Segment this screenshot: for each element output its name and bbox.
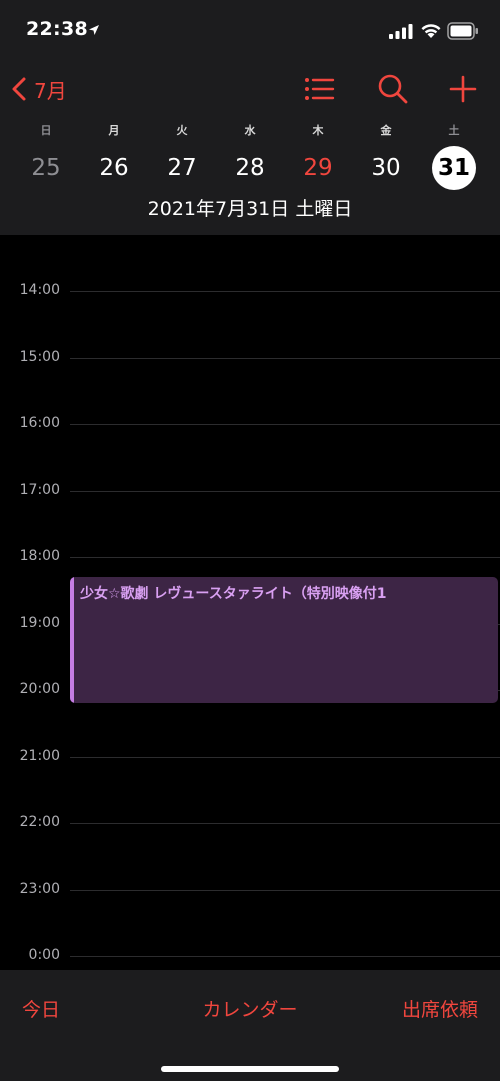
hour-label: 20:00 bbox=[19, 681, 60, 697]
hour-row: 14:00 bbox=[0, 282, 500, 311]
hour-row: 16:00 bbox=[0, 415, 500, 444]
back-label: 7月 bbox=[34, 78, 67, 103]
cellular-signal-icon bbox=[389, 24, 413, 39]
date-number: 30 bbox=[371, 155, 401, 181]
week-date-strip: 25 26 27 28 29 30 31 bbox=[12, 146, 488, 190]
hour-label: 18:00 bbox=[19, 548, 60, 564]
event-title: 少女☆歌劇 レヴュースタァライト（特別映像付1 bbox=[80, 585, 387, 602]
weekday-labels: 日 月 火 水 木 金 土 bbox=[12, 122, 488, 138]
hour-row: 21:00 bbox=[0, 748, 500, 777]
inbox-button[interactable]: 出席依頼 bbox=[402, 995, 478, 1022]
weekday-label: 水 bbox=[244, 124, 256, 137]
day-timeline[interactable]: 0:00 23:00 22:00 21:00 20:00 19:00 18:00 17:00 1… bbox=[0, 235, 500, 970]
status-time: 22:38 bbox=[26, 18, 88, 40]
status-bar: 22:38 bbox=[0, 0, 500, 62]
weekday-label: 月 bbox=[108, 124, 120, 137]
back-to-month-button[interactable]: 7月 bbox=[10, 74, 67, 104]
hour-label: 14:00 bbox=[19, 282, 60, 298]
hour-row: 0:00 bbox=[0, 947, 500, 970]
search-icon[interactable] bbox=[376, 72, 410, 106]
hour-gridline bbox=[70, 823, 500, 824]
calendars-button[interactable]: カレンダー bbox=[202, 999, 297, 1021]
hour-row: 15:00 bbox=[0, 349, 500, 378]
hour-gridline bbox=[70, 557, 500, 558]
weekday-label: 土 bbox=[448, 124, 460, 137]
selected-full-date: 2021年7月31日 土曜日 bbox=[147, 198, 353, 220]
date-number: 26 bbox=[99, 155, 129, 181]
weekday-label: 火 bbox=[176, 124, 188, 137]
date-cell[interactable]: 25 bbox=[12, 148, 80, 188]
hour-label: 0:00 bbox=[28, 947, 60, 963]
date-number: 29 bbox=[303, 155, 333, 181]
weekday-label: 金 bbox=[380, 124, 392, 137]
hour-row: 18:00 bbox=[0, 548, 500, 577]
plus-icon[interactable] bbox=[446, 72, 480, 106]
date-number: 31 bbox=[432, 146, 476, 190]
calendar-event[interactable]: 少女☆歌劇 レヴュースタァライト（特別映像付1 bbox=[70, 576, 498, 704]
event-color-bar bbox=[70, 576, 74, 704]
calendar-header: 7月 日 月 火 水 木 金 土 25 26 27 28 29 30 31 20… bbox=[0, 62, 500, 235]
list-icon[interactable] bbox=[302, 72, 336, 106]
date-cell[interactable]: 30 bbox=[352, 148, 420, 188]
hour-gridline bbox=[70, 490, 500, 492]
hour-label: 15:00 bbox=[19, 348, 60, 365]
date-cell[interactable]: 27 bbox=[148, 148, 216, 188]
date-cell-today[interactable]: 29 bbox=[284, 148, 352, 188]
date-number: 27 bbox=[167, 155, 197, 181]
hour-gridline bbox=[70, 956, 500, 957]
hour-label: 23:00 bbox=[19, 880, 60, 897]
hour-row: 22:00 bbox=[0, 814, 500, 843]
weekday-label: 日 bbox=[40, 124, 52, 137]
hour-label: 19:00 bbox=[19, 614, 60, 631]
battery-icon bbox=[447, 22, 478, 40]
calendar-app: 22:38 7月 日 月 火 水 木 金 土 25 26 27 28 29 30… bbox=[0, 0, 500, 1081]
home-indicator bbox=[161, 1066, 339, 1072]
bottom-toolbar: 今日 カレンダー 出席依頼 bbox=[0, 970, 500, 1081]
date-number: 28 bbox=[235, 155, 265, 181]
chevron-left-icon bbox=[12, 77, 26, 101]
date-cell[interactable]: 26 bbox=[80, 148, 148, 188]
wifi-icon bbox=[421, 24, 441, 38]
hour-row: 17:00 bbox=[0, 482, 500, 511]
today-button[interactable]: 今日 bbox=[22, 995, 60, 1022]
date-cell-selected[interactable]: 31 bbox=[420, 146, 488, 190]
hour-label: 17:00 bbox=[19, 481, 60, 498]
location-arrow-icon bbox=[89, 25, 99, 35]
hour-gridline bbox=[70, 889, 500, 891]
hour-label: 21:00 bbox=[19, 747, 60, 764]
hour-gridline bbox=[70, 291, 500, 292]
hour-gridline bbox=[70, 357, 500, 359]
date-cell[interactable]: 28 bbox=[216, 148, 284, 188]
hour-label: 16:00 bbox=[19, 415, 60, 431]
weekday-label: 木 bbox=[312, 124, 324, 137]
date-number: 25 bbox=[31, 155, 61, 181]
hour-gridline bbox=[70, 756, 500, 758]
hour-label: 22:00 bbox=[19, 814, 60, 830]
hour-row: 23:00 bbox=[0, 881, 500, 910]
hour-gridline bbox=[70, 424, 500, 425]
